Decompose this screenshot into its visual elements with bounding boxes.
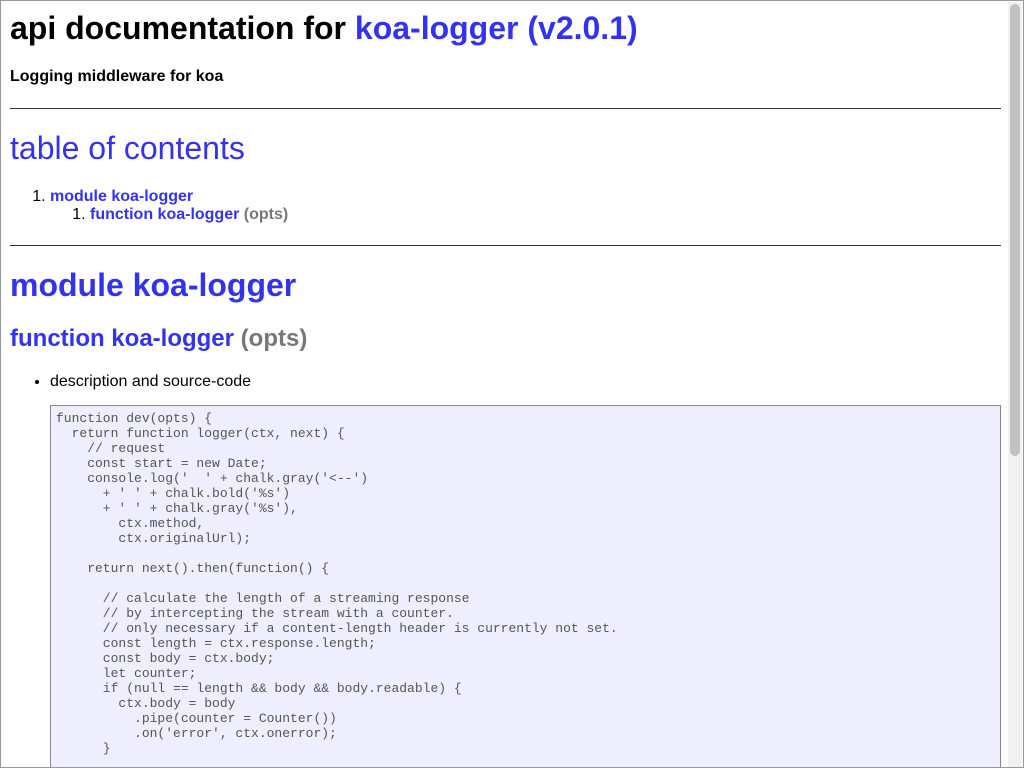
scrollbar-thumb[interactable] bbox=[1010, 4, 1020, 456]
package-link[interactable]: koa-logger (v2.0.1) bbox=[355, 10, 638, 46]
divider bbox=[10, 245, 1001, 246]
toc-item: module koa-logger function koa-logger (o… bbox=[50, 188, 288, 224]
toc-list: module koa-logger function koa-logger (o… bbox=[10, 188, 288, 224]
toc-link-function[interactable]: function koa-logger bbox=[90, 206, 239, 223]
source-code-block: function dev(opts) { return function log… bbox=[50, 405, 1001, 767]
description-list: description and source-code bbox=[10, 372, 251, 392]
toc-sublist: function koa-logger (opts) bbox=[50, 206, 288, 224]
page-title-prefix: api documentation for bbox=[10, 10, 355, 46]
toc-heading: table of contents bbox=[10, 130, 245, 166]
toc-link-module[interactable]: module koa-logger bbox=[50, 188, 193, 205]
function-args: (opts) bbox=[240, 325, 308, 352]
browser-frame: api documentation for koa-logger (v2.0.1… bbox=[0, 0, 1024, 768]
function-heading: function koa-logger (opts) bbox=[10, 324, 307, 354]
module-heading: module koa-logger bbox=[10, 267, 297, 303]
divider bbox=[10, 108, 1001, 109]
description-bullet: description and source-code bbox=[50, 372, 251, 392]
package-description: Logging middleware for koa bbox=[10, 68, 224, 85]
page-title: api documentation for koa-logger (v2.0.1… bbox=[10, 9, 638, 47]
function-name: function koa-logger bbox=[10, 325, 234, 352]
toc-subitem: function koa-logger (opts) bbox=[90, 206, 288, 224]
vertical-scrollbar[interactable] bbox=[1008, 2, 1022, 767]
toc-function-args: (opts) bbox=[243, 206, 289, 223]
